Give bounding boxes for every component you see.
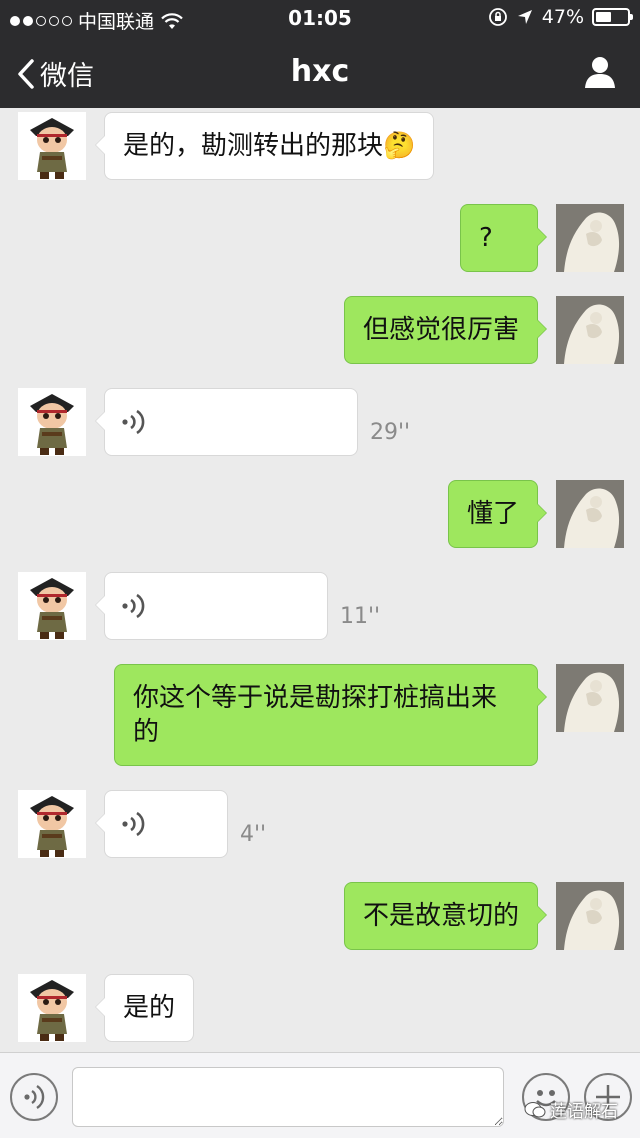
status-right: 47% — [488, 6, 633, 28]
my-avatar[interactable] — [556, 664, 624, 732]
voice-message-bubble[interactable] — [95, 388, 358, 456]
message-bubble[interactable]: 不是故意切的 — [343, 882, 548, 950]
wechat-logo-icon — [524, 1101, 546, 1117]
voice-duration: 11'' — [340, 604, 381, 629]
status-bar: 中国联通 01:05 47% — [0, 0, 640, 36]
voice-duration: 29'' — [370, 420, 411, 445]
voice-icon — [121, 809, 147, 839]
message-text: 是的，勘测转出的那块🤔 — [123, 131, 416, 161]
message-bubble[interactable]: 懂了 — [447, 480, 548, 548]
location-icon — [517, 10, 532, 24]
message-input[interactable] — [72, 1067, 504, 1127]
my-avatar[interactable] — [556, 480, 624, 548]
voice-icon — [121, 591, 147, 621]
battery-icon — [592, 8, 633, 26]
contact-avatar[interactable] — [18, 112, 86, 180]
person-icon[interactable] — [582, 54, 618, 90]
message-text: 不是故意切的 — [362, 901, 519, 931]
chat-title: hxc — [290, 54, 350, 89]
message-text: 但感觉很厉害 — [362, 315, 519, 345]
my-avatar[interactable] — [556, 204, 624, 272]
contact-avatar[interactable] — [18, 790, 86, 858]
contact-avatar[interactable] — [18, 572, 86, 640]
my-avatar[interactable] — [556, 882, 624, 950]
contact-avatar[interactable] — [18, 388, 86, 456]
my-avatar[interactable] — [556, 296, 624, 364]
message-text: 你这个等于说是勘探打桩搞出来的 — [133, 683, 498, 747]
voice-message-bubble[interactable] — [95, 572, 328, 640]
watermark-text: 莲语解石 — [550, 1102, 618, 1122]
nav-bar: 微信 hxc — [0, 36, 640, 108]
message-bubble[interactable]: ? — [460, 204, 547, 272]
input-bar: 莲语解石 — [0, 1052, 640, 1138]
battery-percent: 47% — [541, 6, 584, 28]
message-text: 是的 — [123, 993, 176, 1023]
chat-area[interactable]: 是的，勘测转出的那块🤔 ? 但感觉很厉害 29'' 懂了 11'' 你这个等于说… — [0, 108, 640, 1052]
watermark: 莲语解石 — [524, 1097, 618, 1122]
rotation-lock-icon — [488, 8, 507, 26]
message-bubble[interactable]: 是的 — [94, 974, 195, 1042]
message-bubble[interactable]: 你这个等于说是勘探打桩搞出来的 — [114, 664, 547, 766]
message-bubble[interactable]: 但感觉很厉害 — [343, 296, 548, 364]
message-text: 懂了 — [466, 499, 519, 529]
message-text: ? — [479, 223, 493, 253]
contact-avatar[interactable] — [18, 974, 86, 1042]
voice-icon — [24, 1084, 45, 1110]
voice-icon — [121, 407, 147, 437]
voice-duration: 4'' — [240, 822, 267, 847]
message-bubble[interactable]: 是的，勘测转出的那块🤔 — [94, 112, 435, 180]
voice-message-bubble[interactable] — [95, 790, 228, 858]
voice-toggle-button[interactable] — [10, 1073, 58, 1121]
top-bar: 中国联通 01:05 47% 微信 hxc — [0, 0, 640, 108]
